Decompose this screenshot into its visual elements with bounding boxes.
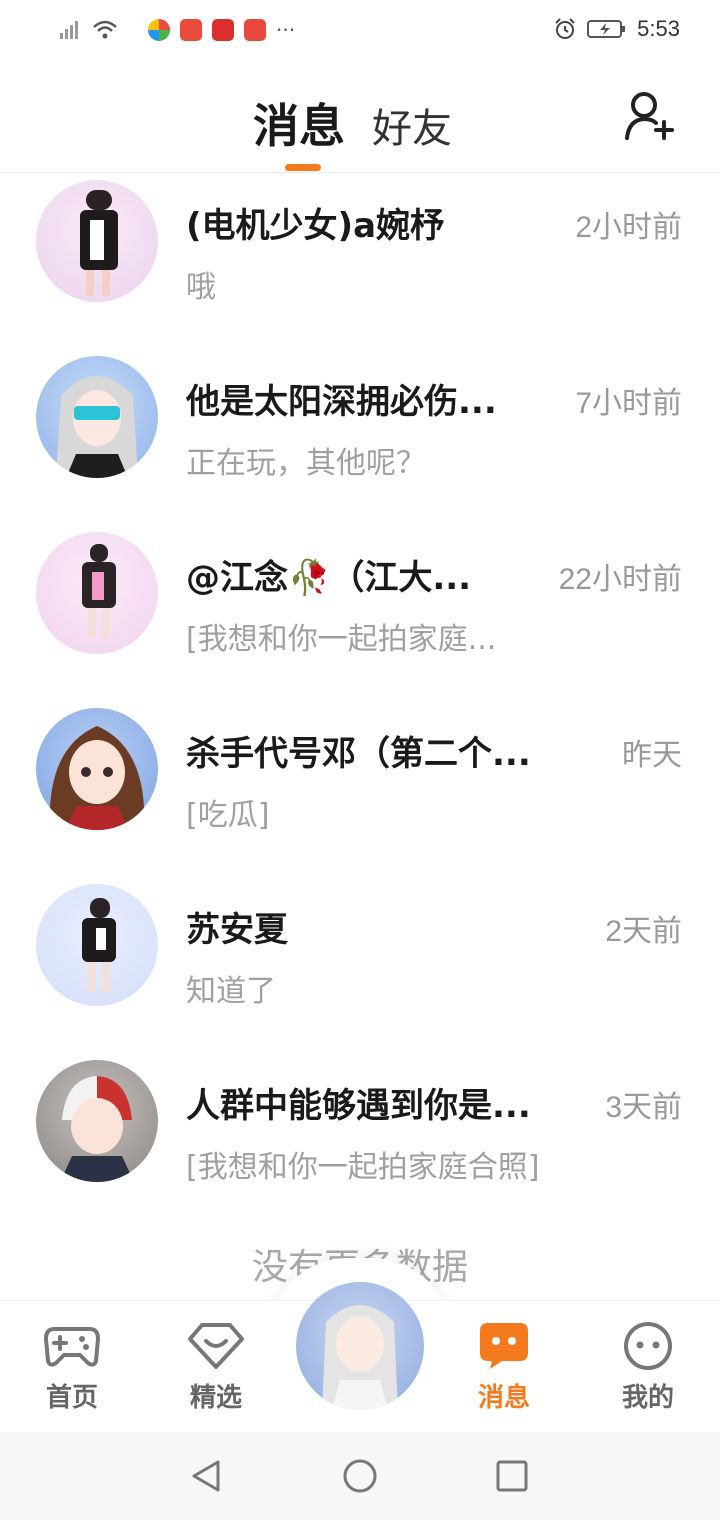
status-right: 5:53 [553,16,680,42]
conversation-item[interactable]: 杀手代号邓（第二个... 昨天 [吃瓜] [0,700,720,876]
message-time: 7小时前 [575,387,682,420]
nav-messages[interactable]: 消息 [454,1321,554,1414]
avatar [36,1060,158,1182]
avatar [36,356,158,478]
recents-icon[interactable] [494,1458,530,1494]
status-bar: ··· 5:53 [0,0,720,62]
clock: 5:53 [637,16,680,41]
battery-charging-icon [587,20,626,38]
message-time: 22小时前 [558,563,682,596]
message-time: 2天前 [605,915,682,948]
chat-bubble-icon [480,1323,528,1369]
message-preview: [我想和你一起拍家庭合照] [186,1150,540,1185]
add-friend-icon[interactable] [624,90,674,142]
tab-indicator [285,164,321,171]
conversation-item[interactable]: 苏安夏 2天前 知道了 [0,876,720,1052]
nav-home-label: 首页 [45,1383,98,1413]
message-preview: [吃瓜] [186,798,270,833]
nav-messages-label: 消息 [477,1383,530,1413]
wifi-icon [93,20,117,39]
smiley-face-icon [624,1322,672,1370]
app-notification-icon-2 [180,19,202,41]
nav-mine-label: 我的 [621,1383,674,1413]
message-time: 2小时前 [575,211,682,244]
heart-diamond-icon [188,1323,244,1369]
overflow-indicator: ··· [276,18,296,42]
signal-icon [60,21,78,39]
contact-name: @江念🥀（江大... [186,558,472,598]
back-icon[interactable] [188,1458,224,1494]
nav-featured[interactable]: 精选 [166,1321,266,1414]
nav-featured-label: 精选 [189,1383,242,1413]
nav-mine[interactable]: 我的 [598,1321,698,1414]
message-time: 3天前 [605,1091,682,1124]
message-preview: 正在玩，其他呢？ [186,446,426,481]
message-preview: [我想和你一起拍家庭... [186,622,497,657]
system-nav-bar [0,1432,720,1520]
contact-name: 杀手代号邓（第二个... [186,734,531,774]
header: 消息 好友 [0,62,720,173]
conversation-item[interactable]: @江念🥀（江大... 22小时前 [我想和你一起拍家庭... [0,524,720,700]
contact-name: 人群中能够遇到你是... [186,1086,531,1126]
avatar [36,180,158,302]
avatar [36,708,158,830]
tab-friends[interactable]: 好友 [372,96,452,154]
gamepad-icon [44,1327,100,1367]
home-icon[interactable] [342,1458,378,1494]
app-notification-icon-4 [244,19,266,41]
nav-home[interactable]: 首页 [22,1321,122,1414]
avatar [36,884,158,1006]
avatar [36,532,158,654]
tab-messages[interactable]: 消息 [253,90,345,156]
center-profile-avatar[interactable] [296,1282,424,1410]
alarm-icon [555,18,575,39]
conversation-item[interactable]: 人群中能够遇到你是... 3天前 [我想和你一起拍家庭合照] [0,1052,720,1228]
contact-name: 他是太阳深拥必伤... [186,382,497,422]
app-notification-icon-3 [212,19,234,41]
conversation-item[interactable]: 他是太阳深拥必伤... 7小时前 正在玩，其他呢？ [0,348,720,524]
conversation-item[interactable]: (电机少女)a婉杼 2小时前 哦 [0,172,720,348]
contact-name: (电机少女)a婉杼 [186,206,445,246]
message-time: 昨天 [622,739,682,772]
message-preview: 知道了 [186,974,276,1009]
message-preview: 哦 [186,270,216,305]
status-left: ··· [58,18,295,42]
contact-name: 苏安夏 [186,910,288,950]
app-notification-icon-1 [148,19,170,41]
